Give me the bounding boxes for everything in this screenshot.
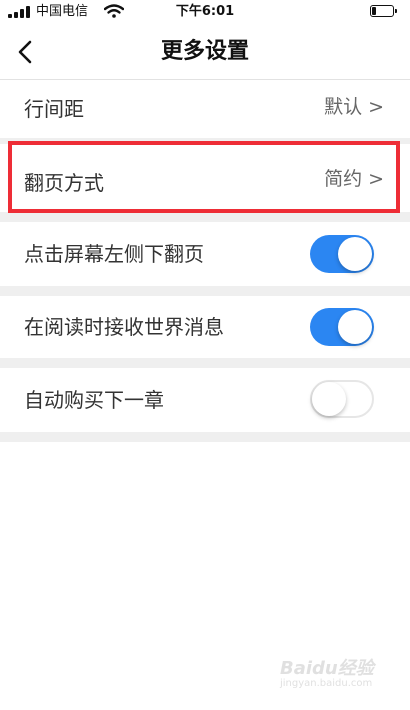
line-spacing-value-text: 默认 [324, 96, 363, 118]
chevron-right-icon: > [368, 96, 384, 118]
setting-row-receive-world-messages: 在阅读时接收世界消息 [0, 296, 410, 358]
screen: 中国电信 下午6:01 更多设置 行间距 默认 > 翻页方式 简约 > 点击屏幕… [0, 0, 410, 710]
line-spacing-value[interactable]: 默认 > [324, 94, 384, 120]
chevron-right-icon: > [368, 168, 384, 190]
receive-world-messages-toggle[interactable] [310, 308, 374, 346]
setting-row-page-turn-mode[interactable]: 翻页方式 简约 > [0, 144, 410, 212]
setting-row-auto-buy-next: 自动购买下一章 [0, 368, 410, 432]
setting-row-line-spacing[interactable]: 行间距 默认 > [0, 80, 410, 138]
watermark: Baidu经验 jingyan.baidu.com [280, 654, 390, 694]
blank-content-area: Baidu经验 jingyan.baidu.com [0, 442, 410, 710]
page-title: 更多设置 [160, 39, 249, 64]
toggle-knob [312, 382, 346, 416]
nav-bar: 更多设置 [0, 24, 410, 80]
status-time: 下午6:01 [175, 4, 235, 19]
battery-icon [370, 5, 397, 17]
line-spacing-label: 行间距 [24, 97, 84, 121]
watermark-logo: Baidu经验 [280, 658, 374, 679]
auto-buy-next-toggle[interactable] [310, 380, 374, 418]
auto-buy-next-label: 自动购买下一章 [24, 388, 164, 412]
setting-row-tap-left-turn: 点击屏幕左侧下翻页 [0, 222, 410, 286]
battery-tip [395, 9, 397, 13]
toggle-knob [338, 310, 372, 344]
page-turn-mode-label: 翻页方式 [24, 171, 104, 195]
toggle-knob [338, 237, 372, 271]
page-turn-mode-value-text: 简约 [324, 168, 363, 190]
receive-world-messages-label: 在阅读时接收世界消息 [24, 315, 224, 339]
battery-level [372, 7, 376, 15]
watermark-url: jingyan.baidu.com [280, 678, 373, 689]
status-bar: 中国电信 下午6:01 [0, 0, 410, 24]
tap-left-turn-toggle[interactable] [310, 235, 374, 273]
tap-left-turn-label: 点击屏幕左侧下翻页 [24, 242, 204, 266]
page-turn-mode-value[interactable]: 简约 > [324, 166, 384, 192]
